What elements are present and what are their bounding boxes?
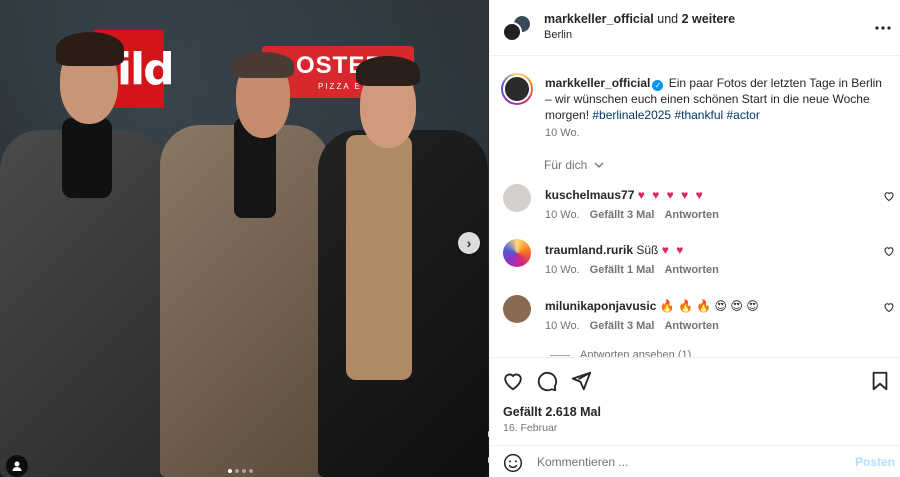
- comment-likes[interactable]: Gefällt 3 Mal: [590, 320, 655, 332]
- caption-username[interactable]: markkeller_official: [545, 76, 650, 90]
- post-header: markkeller_official und 2 weitere Berlin: [490, 0, 900, 56]
- carousel-dots: [228, 469, 253, 473]
- verified-badge-icon: ✓: [652, 80, 664, 91]
- post-author-line: markkeller_official und 2 weitere: [544, 12, 736, 26]
- heart-icon[interactable]: [883, 301, 895, 313]
- author-username[interactable]: markkeller_official: [544, 12, 654, 26]
- carousel-next-button[interactable]: ›: [458, 232, 480, 254]
- more-options-button[interactable]: [875, 14, 891, 35]
- heart-icon[interactable]: [883, 190, 895, 202]
- post-location[interactable]: Berlin: [544, 29, 572, 41]
- more-horizontal-icon: [875, 26, 891, 30]
- carousel-dot: [235, 469, 239, 473]
- carousel-dot: [242, 469, 246, 473]
- hashtag-link[interactable]: #thankful: [674, 108, 723, 122]
- comment-username[interactable]: kuschelmaus77: [545, 188, 634, 202]
- comment-item: traumland.rurik Süß ♥ ♥ 10 Wo. Gefällt 1…: [490, 239, 900, 291]
- comment-text: Süß: [636, 243, 659, 257]
- caption-time: 10 Wo.: [545, 127, 580, 139]
- hashtag-link[interactable]: #berlinale2025: [592, 108, 671, 122]
- emoji-smiley-icon[interactable]: [503, 453, 523, 473]
- caption-avatar[interactable]: [501, 73, 533, 105]
- reply-button[interactable]: Antworten: [664, 209, 718, 221]
- share-send-icon[interactable]: [570, 370, 592, 392]
- post-photo[interactable]: Bild OSTER PIZZA E e F F G D ›: [0, 0, 489, 477]
- hashtag-link[interactable]: #actor: [727, 108, 760, 122]
- post-actions: Gefällt 2.618 Mal 16. Februar: [490, 357, 900, 445]
- post-date: 16. Februar: [503, 422, 558, 434]
- post-caption: markkeller_official ✓ Ein paar Fotos der …: [545, 75, 890, 123]
- comment-time: 10 Wo.: [545, 264, 580, 276]
- person-middle: [160, 0, 330, 477]
- avatar[interactable]: [503, 239, 531, 267]
- reply-button[interactable]: Antworten: [664, 320, 718, 332]
- comment-likes[interactable]: Gefällt 3 Mal: [590, 209, 655, 221]
- avatar[interactable]: [503, 295, 531, 323]
- like-heart-icon[interactable]: [502, 370, 524, 392]
- user-tag-icon[interactable]: [6, 455, 28, 477]
- comment-item: kuschelmaus77 ♥ ♥ ♥ ♥ ♥ 10 Wo. Gefällt 3…: [490, 184, 900, 236]
- comment-time: 10 Wo.: [545, 320, 580, 332]
- comments-section[interactable]: markkeller_official ✓ Ein paar Fotos der …: [490, 57, 900, 357]
- comment-input[interactable]: [537, 452, 837, 472]
- reply-button[interactable]: Antworten: [664, 264, 718, 276]
- view-replies-button[interactable]: Antworten ansehen (1): [550, 349, 691, 357]
- carousel-dot: [228, 469, 232, 473]
- comment-composer: Posten: [490, 445, 900, 477]
- carousel-dot: [249, 469, 253, 473]
- collab-avatars[interactable]: [502, 14, 532, 42]
- comment-text: 🔥 🔥 🔥 😍 😍 😍: [659, 299, 759, 313]
- comment-likes[interactable]: Gefällt 1 Mal: [590, 264, 655, 276]
- comment-username[interactable]: milunikaponjavusic: [545, 299, 656, 313]
- comment-bubble-icon[interactable]: [536, 370, 558, 392]
- comment-filter-dropdown[interactable]: Für dich: [544, 158, 604, 172]
- comment-time: 10 Wo.: [545, 209, 580, 221]
- person-left: [0, 0, 170, 477]
- heart-icon[interactable]: [883, 245, 895, 257]
- comment-username[interactable]: traumland.rurik: [545, 243, 633, 257]
- likes-count[interactable]: Gefällt 2.618 Mal: [503, 405, 601, 419]
- collab-others-link[interactable]: 2 weitere: [682, 12, 736, 26]
- comment-text: ♥ ♥ ♥ ♥ ♥: [637, 188, 705, 202]
- post-comment-button[interactable]: Posten: [855, 455, 895, 469]
- avatar[interactable]: [503, 184, 531, 212]
- bookmark-icon[interactable]: [869, 370, 891, 392]
- comment-item: milunikaponjavusic 🔥 🔥 🔥 😍 😍 😍 10 Wo. Ge…: [490, 295, 900, 347]
- chevron-down-icon: [594, 162, 604, 168]
- comment-emoji: ♥ ♥: [661, 243, 686, 257]
- avatar[interactable]: [502, 22, 522, 42]
- post-side-panel: markkeller_official und 2 weitere Berlin…: [489, 0, 900, 477]
